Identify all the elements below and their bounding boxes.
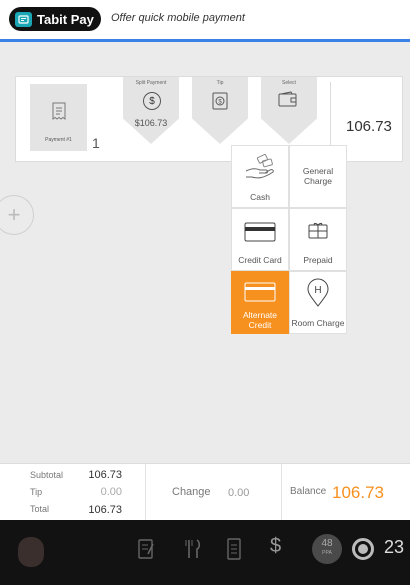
top-bar: Tabit Pay Offer quick mobile payment [0,0,410,42]
receipt-icon[interactable] [227,538,241,565]
tabit-pay-badge: Tabit Pay [9,7,101,31]
gift-card-icon [290,222,346,240]
change-label: Change [172,486,211,498]
method-label: Alternate Credit [242,310,278,330]
split-amount: $106.73 [134,118,168,128]
tip-value: 0.00 [100,486,122,498]
dollar-circle-icon: $ [143,92,161,110]
dollar-icon[interactable]: $ [270,535,281,558]
balance-value: 106.73 [332,483,384,502]
circle-icon[interactable] [352,538,374,560]
method-room-charge[interactable]: H Room Charge [289,271,347,334]
ppa-value: 48 [321,538,333,549]
payment-summary: Subtotal 106.73 Tip 0.00 Total 106.73 Ch… [0,463,410,521]
step-tip[interactable]: Tip $ [192,77,248,144]
summary-divider [281,464,282,521]
method-label: Room Charge [291,318,345,328]
method-credit-card[interactable]: Credit Card [231,208,289,271]
summary-divider [145,464,146,521]
method-alternate-credit[interactable]: Alternate Credit [231,271,289,334]
ppa-badge[interactable]: 48 PPA [312,534,342,564]
step-select[interactable]: Select [261,77,317,144]
bottom-dock: $ 48 PPA 23 [0,520,410,585]
step-split-payment[interactable]: Split Payment $ $106.73 [123,77,179,144]
notes-icon[interactable] [138,538,156,565]
wallet-icon [278,91,298,112]
tabit-logo-icon [15,11,32,27]
credit-card-icon [232,222,288,242]
total-label: Total [30,504,50,514]
method-cash[interactable]: Cash [231,145,289,208]
fork-knife-icon[interactable] [185,538,201,565]
tip-icon: $ [212,92,228,115]
ppa-label: PPA [322,550,332,556]
hotel-pin-icon: H [290,278,346,308]
method-general-charge[interactable]: General Charge [289,145,347,208]
avatar[interactable] [18,537,44,567]
method-prepaid[interactable]: Prepaid [289,208,347,271]
dock-count: 23 [384,537,405,557]
app-name: Tabit Pay [37,11,94,27]
balance-label: Balance [290,486,327,497]
panel-total: 106.73 [346,118,392,135]
method-label: General Charge [302,166,334,186]
subtotal-value: 106.73 [88,469,122,481]
step-title: Split Payment [135,80,167,86]
change-value: 0.00 [228,487,250,499]
method-label: Credit Card [238,255,282,265]
tip-label: Tip [30,487,43,497]
payment-method-menu: Cash General Charge Credit Card Prepaid … [231,145,349,337]
step-title: Tip [216,80,224,86]
alternate-card-icon [232,282,288,302]
payment-count: 1 [92,135,100,151]
step-title: Select [282,80,296,86]
method-label: Cash [250,192,270,202]
receipt-icon [52,102,66,125]
add-payment-button[interactable]: + [0,195,34,235]
subtotal-label: Subtotal [30,470,64,480]
total-value: 106.73 [88,504,122,516]
cash-hand-icon [232,153,288,181]
app-tagline: Offer quick mobile payment [111,12,245,24]
payment-label: Payment #1 [45,137,72,143]
method-label: Prepaid [303,255,333,265]
payment-card[interactable]: Payment #1 [30,84,87,151]
svg-text:H: H [314,285,321,296]
